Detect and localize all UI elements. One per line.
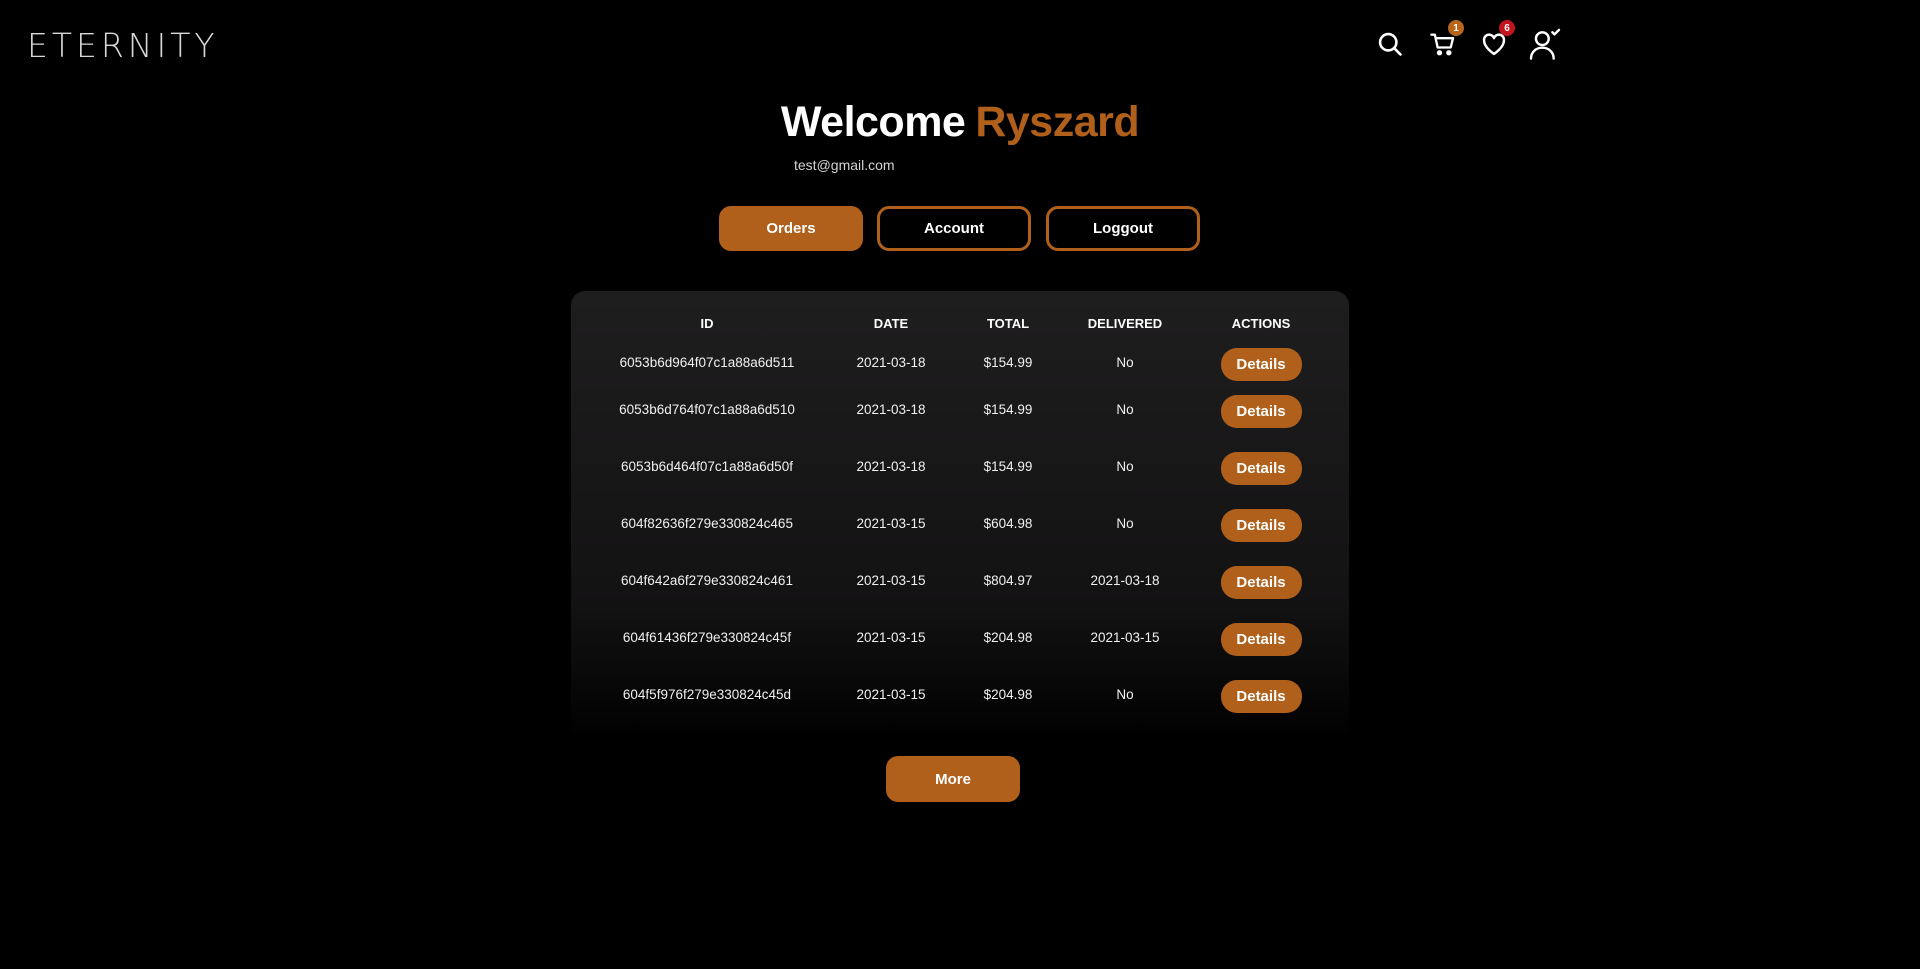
table-row: 604f5f976f279e330824c45d 2021-03-15 $204…: [571, 666, 1349, 723]
user-name: Ryszard: [975, 98, 1140, 146]
welcome-heading: Welcome Ryszard: [0, 98, 1920, 147]
order-date: 2021-03-15: [856, 630, 926, 645]
order-id: 6053b6d464f07c1a88a6d50f: [621, 459, 793, 474]
order-delivered: 2021-03-15: [1090, 630, 1160, 645]
order-id: 604f5f976f279e330824c45d: [622, 687, 792, 702]
order-delivered: No: [1116, 516, 1134, 531]
column-header-id: ID: [700, 315, 714, 331]
welcome-label: Welcome: [780, 98, 966, 146]
column-header-delivered: DELIVERED: [1087, 315, 1163, 331]
details-button[interactable]: Details: [1220, 348, 1302, 381]
tab-orders[interactable]: Orders: [719, 206, 863, 251]
order-date: 2021-03-18: [856, 459, 926, 474]
order-delivered: No: [1116, 402, 1134, 417]
wishlist-count-badge: 6: [1499, 20, 1515, 36]
user-check-icon: [1529, 28, 1561, 60]
cart-button[interactable]: 1: [1423, 20, 1464, 64]
order-id: 604f82636f279e330824c465: [621, 516, 793, 531]
order-delivered: No: [1116, 355, 1134, 370]
user-menu-button[interactable]: [1525, 24, 1565, 64]
order-actions: Details: [1173, 666, 1349, 723]
column-header-total: TOTAL: [986, 315, 1030, 331]
column-header-date: DATE: [873, 315, 909, 331]
order-date: 2021-03-15: [856, 573, 926, 588]
more-button[interactable]: More: [886, 756, 1020, 802]
table-row: 6053b6d964f07c1a88a6d511 2021-03-18 $154…: [571, 334, 1349, 381]
order-date: 2021-03-18: [856, 355, 926, 370]
search-button[interactable]: [1370, 24, 1410, 64]
column-header-actions: ACTIONS: [1231, 315, 1291, 331]
order-total: $804.97: [983, 573, 1033, 588]
order-delivered: 2021-03-18: [1090, 573, 1160, 588]
order-date: 2021-03-15: [856, 687, 926, 702]
table-row: 6053b6d464f07c1a88a6d50f 2021-03-18 $154…: [571, 438, 1349, 495]
order-total: $604.98: [983, 516, 1033, 531]
order-actions: Details: [1173, 381, 1349, 438]
table-header-row: ID DATE TOTAL DELIVERED ACTIONS: [571, 312, 1349, 334]
wishlist-button[interactable]: 6: [1474, 20, 1515, 64]
user-email: test@gmail.com: [794, 157, 895, 173]
details-button[interactable]: Details: [1220, 566, 1302, 599]
orders-table: ID DATE TOTAL DELIVERED ACTIONS 6053b6d9…: [571, 312, 1349, 723]
order-actions: Details: [1173, 495, 1349, 552]
table-row: 6053b6d764f07c1a88a6d510 2021-03-18 $154…: [571, 381, 1349, 438]
logout-button[interactable]: Loggout: [1046, 206, 1200, 251]
order-id: 604f642a6f279e330824c461: [621, 573, 793, 588]
details-button[interactable]: Details: [1220, 452, 1302, 485]
order-actions: Details: [1173, 334, 1349, 381]
order-actions: Details: [1173, 552, 1349, 609]
order-delivered: No: [1116, 687, 1134, 702]
brand-logo[interactable]: ETERNITY: [27, 26, 219, 65]
table-row: 604f61436f279e330824c45f 2021-03-15 $204…: [571, 609, 1349, 666]
table-row: 604f82636f279e330824c465 2021-03-15 $604…: [571, 495, 1349, 552]
order-total: $204.98: [983, 630, 1033, 645]
order-id: 6053b6d964f07c1a88a6d511: [619, 355, 795, 370]
order-delivered: No: [1116, 459, 1134, 474]
cart-count-badge: 1: [1448, 20, 1464, 36]
tab-account[interactable]: Account: [877, 206, 1031, 251]
order-date: 2021-03-15: [856, 516, 926, 531]
search-icon: [1378, 32, 1402, 56]
details-button[interactable]: Details: [1220, 623, 1302, 656]
details-button[interactable]: Details: [1220, 509, 1302, 542]
order-id: 604f61436f279e330824c45f: [622, 630, 792, 645]
order-actions: Details: [1173, 609, 1349, 666]
order-id: 6053b6d764f07c1a88a6d510: [619, 402, 795, 417]
order-total: $154.99: [983, 355, 1033, 370]
order-date: 2021-03-18: [856, 402, 926, 417]
order-total: $154.99: [983, 402, 1033, 417]
details-button[interactable]: Details: [1220, 395, 1302, 428]
order-total: $204.98: [983, 687, 1033, 702]
order-total: $154.99: [983, 459, 1033, 474]
orders-panel: ID DATE TOTAL DELIVERED ACTIONS 6053b6d9…: [571, 291, 1349, 743]
order-actions: Details: [1173, 438, 1349, 495]
details-button[interactable]: Details: [1220, 680, 1302, 713]
table-row: 604f642a6f279e330824c461 2021-03-15 $804…: [571, 552, 1349, 609]
